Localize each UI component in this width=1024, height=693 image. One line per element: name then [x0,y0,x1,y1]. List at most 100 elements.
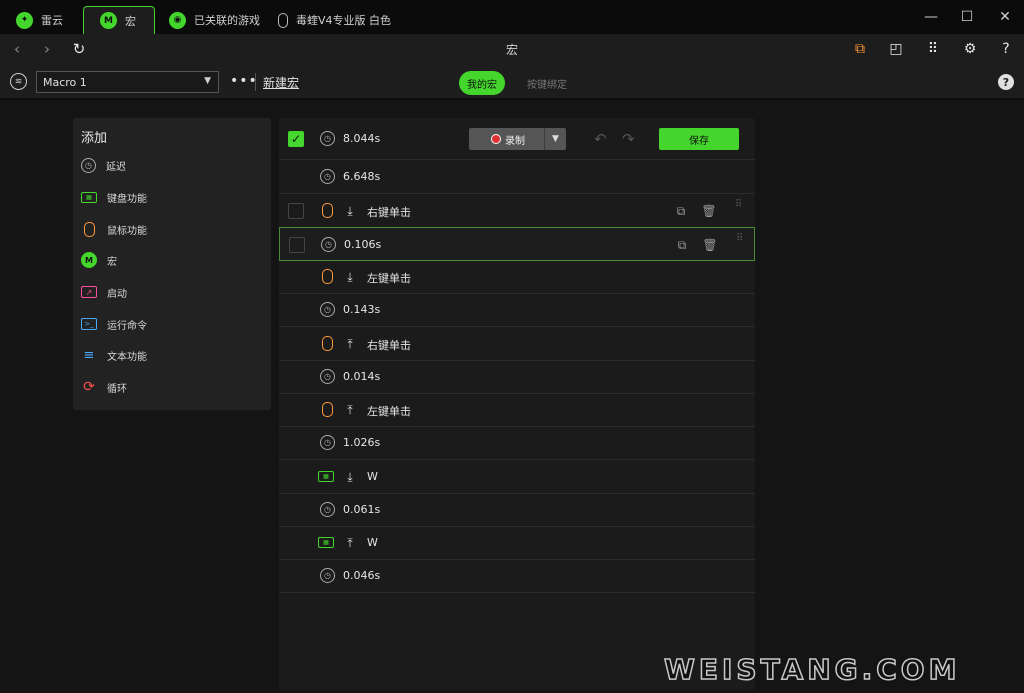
clock-icon: ◷ [320,169,335,184]
add-item-label: 鼠标功能 [107,225,147,237]
mouse-icon [81,221,97,237]
macro-select[interactable]: Macro 1 ▼ [36,71,219,93]
add-item-label: 宏 [107,256,117,268]
clock-icon: ◷ [321,237,336,252]
undo-icon[interactable]: ↶ [594,130,607,148]
clock-icon: ◷ [320,302,335,317]
refresh-icon[interactable]: ↻ [70,40,88,58]
add-loop[interactable]: ⟳ 循环 [81,377,127,397]
record-icon [491,134,501,144]
back-icon[interactable]: ‹ [8,40,26,58]
add-mouse-function[interactable]: 鼠标功能 [81,219,147,239]
editor-header: ✓ ◷ 8.044s 录制 ▼ ↶ ↷ 保存 [279,118,755,160]
keyboard-icon: ▦ [81,191,97,203]
list-item[interactable]: ◷ 6.648s [279,160,755,194]
launch-icon: ↗ [81,286,97,298]
list-item[interactable]: ⤒ 右键单击 [279,327,755,361]
macro-editor: ✓ ◷ 8.044s 录制 ▼ ↶ ↷ 保存 ◷ 6.648s ⤓ 右键单击 ⧉… [279,118,755,690]
macro-toolbar: ≋ Macro 1 ▼ ••• 新建宏 我的宏 按键绑定 ? [0,64,1024,100]
list-item[interactable]: ◷ 0.046s [279,559,755,593]
row-text: 1.026s [343,436,381,449]
key-up-icon: ⤒ [347,336,353,351]
save-button[interactable]: 保存 [659,128,739,150]
list-item[interactable]: ⤓ 左键单击 [279,260,755,294]
gear-icon[interactable]: ⚙ [960,39,980,59]
list-item[interactable]: ◷ 0.014s [279,360,755,394]
mouse-icon [322,203,333,218]
row-checkbox[interactable] [288,203,304,219]
macro-icon: M [81,252,97,268]
list-item[interactable]: ⤓ 右键单击 ⧉ 🗑 ⠿ [279,194,755,228]
row-text: 左键单击 [367,272,411,285]
row-text: 右键单击 [367,206,411,219]
add-run-command[interactable]: >_ 运行命令 [81,314,147,334]
add-macro[interactable]: M 宏 [81,250,117,270]
my-macros-tab[interactable]: 我的宏 [459,71,505,95]
list-item[interactable]: ▦ ⤒ W [279,526,755,560]
row-text: 右键单击 [367,339,411,352]
clock-icon: ◷ [320,369,335,384]
text-icon: ≡ [83,347,95,363]
row-text: 6.648s [343,170,381,183]
trash-icon[interactable]: 🗑 [702,237,718,253]
notification-icon[interactable]: ⧉ [850,39,870,59]
drag-handle-icon[interactable]: ⠿ [735,200,743,210]
list-item[interactable]: ◷ 0.106s ⧉ 🗑 ⠿ [279,227,755,261]
watermark: WEISTANG.COM [663,652,961,687]
key-binding-tab[interactable]: 按键绑定 [520,71,574,95]
add-item-label: 启动 [107,288,127,300]
mouse-icon [322,269,333,284]
forward-icon[interactable]: › [38,40,56,58]
initial-delay: 8.044s [343,132,381,145]
support-icon[interactable]: ? [996,39,1016,59]
macro-icon: M [100,12,117,29]
apps-grid-icon[interactable]: ⠿ [923,39,943,59]
key-down-icon: ⤓ [347,203,353,218]
clock-icon: ◷ [320,435,335,450]
layers-icon[interactable]: ≋ [10,73,27,90]
list-item[interactable]: ◷ 0.143s [279,293,755,327]
add-item-label: 文本功能 [107,351,147,363]
tab-linked-games[interactable]: ◉ 已关联的游戏 [153,6,263,34]
row-checkbox[interactable] [289,237,305,253]
maximize-button[interactable]: ☐ [952,6,982,28]
close-button[interactable]: ✕ [990,6,1020,28]
list-item[interactable]: ◷ 0.061s [279,493,755,527]
nav-bar: ‹ › ↻ 宏 ⧉ ◰ ⠿ ⚙ ? [0,34,1024,64]
select-all-checkbox[interactable]: ✓ [288,131,304,147]
chevron-down-icon[interactable]: ▼ [544,128,566,150]
window-icon[interactable]: ◰ [886,39,906,59]
drag-handle-icon[interactable]: ⠿ [736,234,744,244]
record-button[interactable]: 录制 ▼ [469,128,566,150]
mouse-icon [322,336,333,351]
list-item[interactable]: ⤒ 左键单击 [279,393,755,427]
help-icon[interactable]: ? [998,74,1014,90]
row-text: 0.106s [344,238,382,251]
trash-icon[interactable]: 🗑 [701,203,717,219]
redo-icon[interactable]: ↷ [622,130,635,148]
record-label: 录制 [505,135,525,147]
tab-bar: ✦ 雷云 M 宏 ◉ 已关联的游戏 毒蝰V4专业版 白色 — ☐ ✕ [0,0,1024,34]
new-macro-link[interactable]: 新建宏 [263,74,299,91]
list-item[interactable]: ◷ 1.026s [279,426,755,460]
duplicate-icon[interactable]: ⧉ [674,237,690,253]
add-keyboard-function[interactable]: ▦ 键盘功能 [81,187,147,207]
tab-device[interactable]: 毒蝰V4专业版 白色 [262,6,402,34]
mouse-icon [322,402,333,417]
tab-label: 雷云 [41,14,63,27]
list-item[interactable]: ▦ ⤓ W [279,460,755,494]
tab-macro[interactable]: M 宏 [83,6,155,34]
add-panel-title: 添加 [81,131,108,146]
add-launch[interactable]: ↗ 启动 [81,282,127,302]
gamepad-icon: ◉ [169,11,186,29]
mouse-icon [278,12,288,28]
add-delay[interactable]: ◷ 延迟 [81,155,126,175]
more-options-button[interactable]: ••• [230,73,258,89]
tab-synapse[interactable]: ✦ 雷云 [0,6,80,34]
add-text-function[interactable]: ≡ 文本功能 [81,345,147,365]
macro-select-value: Macro 1 [43,76,87,89]
duplicate-icon[interactable]: ⧉ [673,203,689,219]
minimize-button[interactable]: — [916,6,946,28]
clock-icon: ◷ [320,131,335,146]
tab-label: 毒蝰V4专业版 白色 [296,14,392,27]
